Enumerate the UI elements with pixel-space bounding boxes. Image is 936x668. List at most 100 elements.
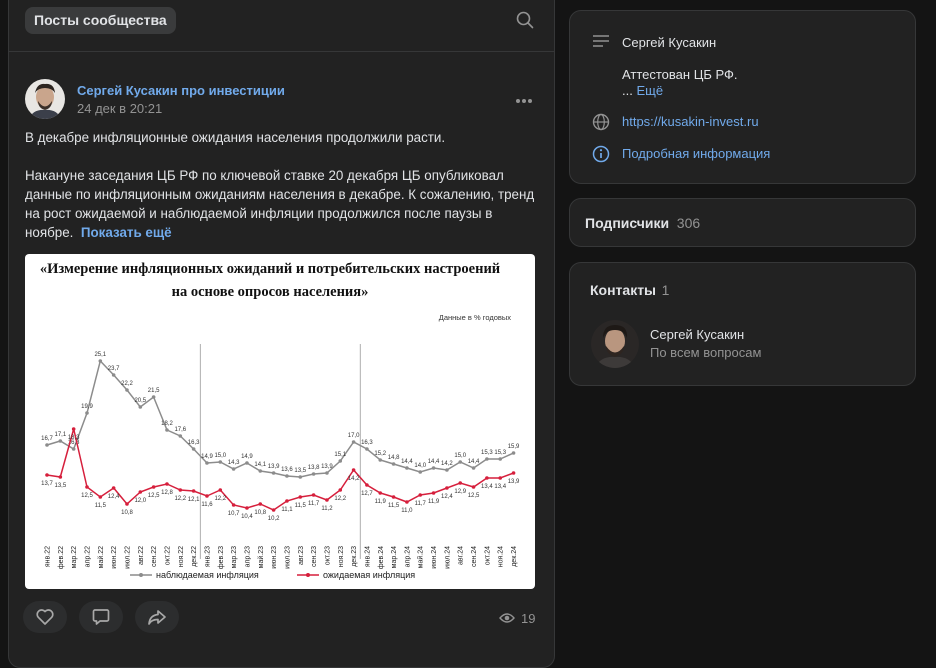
observed-inflation-label: 19,9	[81, 404, 93, 410]
observed-inflation-point	[298, 475, 303, 479]
expected-inflation-label: 11,5	[295, 503, 307, 509]
observed-inflation-label: 15,9	[508, 444, 520, 450]
x-tick-label: июл.24	[444, 546, 451, 569]
expected-inflation-label: 12,2	[174, 496, 186, 502]
x-tick-label: апр.24	[404, 546, 411, 567]
observed-inflation-point	[285, 474, 289, 478]
expected-inflation-label: 10,2	[268, 516, 280, 522]
observed-inflation-label: 23,7	[108, 366, 120, 372]
x-tick-label: июл.22	[124, 546, 131, 569]
details-link[interactable]: Подробная информация	[622, 146, 770, 161]
observed-inflation-point	[231, 467, 236, 471]
post-date[interactable]: 24 дек в 20:21	[77, 101, 162, 116]
x-tick-label: май.22	[97, 546, 105, 568]
expected-inflation-point	[405, 500, 409, 504]
observed-inflation-point	[191, 447, 196, 451]
website-link[interactable]: https://kusakin-invest.ru	[622, 114, 759, 129]
observed-inflation-point	[258, 469, 263, 473]
contact-avatar[interactable]	[591, 320, 639, 368]
observed-inflation-label: 13,8	[308, 465, 320, 471]
observed-inflation-point	[151, 395, 156, 399]
x-tick-label: июн.24	[431, 546, 438, 569]
observed-inflation-point	[471, 466, 476, 470]
like-button[interactable]	[23, 601, 67, 633]
observed-inflation-point	[511, 451, 516, 455]
expected-inflation-point	[391, 495, 396, 499]
post-author-link[interactable]: Сергей Кусакин про инвестиции	[77, 83, 285, 98]
observed-inflation-label: 14,4	[428, 459, 440, 465]
expected-inflation-point	[431, 491, 436, 495]
profile-description: Аттестован ЦБ РФ.	[622, 67, 738, 82]
legend-observed-label: наблюдаемая инфляция	[156, 570, 259, 580]
post-image-chart[interactable]: «Измерение инфляционных ожиданий и потре…	[25, 254, 535, 589]
observed-inflation-label: 14,0	[414, 463, 426, 469]
description-more-link[interactable]: Ещё	[636, 83, 663, 98]
x-tick-label: май.23	[257, 546, 265, 568]
observed-inflation-point	[218, 460, 223, 464]
observed-inflation-label: 16,3	[361, 440, 373, 446]
contacts-header[interactable]: Контакты 1	[590, 282, 669, 298]
observed-inflation-point	[365, 447, 369, 451]
expected-inflation-point	[378, 491, 383, 495]
expected-inflation-label: 11,2	[321, 506, 333, 512]
observed-inflation-label: 14,4	[468, 459, 480, 465]
expected-inflation-label: 13,4	[481, 484, 493, 490]
expected-inflation-point	[85, 485, 89, 489]
views-count: 19	[521, 611, 536, 626]
expected-inflation-point	[45, 473, 49, 477]
observed-inflation-label: 17,0	[348, 433, 360, 439]
observed-inflation-label: 21,5	[148, 388, 160, 394]
x-tick-label: июл.23	[284, 546, 291, 569]
share-button[interactable]	[135, 601, 179, 633]
expected-inflation-point	[471, 485, 476, 489]
observed-inflation-label: 15,0	[454, 453, 466, 459]
profile-name: Сергей Кусакин	[622, 35, 717, 50]
observed-inflation-point	[351, 440, 356, 444]
contact-name[interactable]: Сергей Кусакин	[650, 327, 744, 342]
observed-inflation-label: 13,5	[294, 468, 306, 474]
expected-inflation-label: 11,9	[428, 499, 440, 505]
contact-role: По всем вопросам	[650, 345, 762, 360]
observed-inflation-label: 17,6	[174, 427, 186, 433]
post-text-line: Накануне заседания ЦБ РФ по ключевой ста…	[25, 168, 504, 183]
subscribers-row: Подписчики 306	[585, 215, 700, 231]
observed-inflation-label: 25,1	[94, 352, 106, 358]
observed-inflation-label: 14,9	[201, 454, 213, 460]
observed-inflation-label: 14,9	[241, 454, 253, 460]
observed-inflation-label: 14,8	[388, 455, 400, 461]
comment-button[interactable]	[79, 601, 123, 633]
x-tick-label: сен.23	[311, 546, 318, 567]
posts-tab[interactable]: Посты сообщества	[25, 7, 176, 34]
observed-inflation-point	[71, 447, 76, 451]
subscribers-card[interactable]: Подписчики 306	[569, 198, 916, 247]
expected-inflation-point	[245, 506, 249, 510]
expected-inflation-label: 11,7	[415, 501, 427, 507]
more-options-icon[interactable]	[515, 98, 533, 104]
expected-inflation-point	[178, 488, 183, 492]
observed-inflation-label: 14,2	[441, 461, 453, 467]
contacts-label: Контакты	[590, 282, 657, 298]
expected-inflation-label: 10,8	[121, 510, 133, 516]
search-icon[interactable]	[516, 11, 534, 29]
x-tick-label: янв.22	[45, 546, 52, 567]
x-tick-label: сен.22	[151, 546, 158, 567]
observed-inflation-label: 14,4	[401, 459, 413, 465]
author-avatar[interactable]	[25, 79, 65, 119]
x-tick-label: фев.22	[58, 546, 65, 569]
expected-inflation-label: 12,4	[441, 494, 453, 500]
expected-inflation-point	[165, 482, 169, 486]
eye-icon	[499, 613, 515, 623]
expected-inflation-point	[58, 475, 63, 479]
x-tick-label: мар.23	[231, 546, 238, 568]
expected-inflation-label: 18,3	[68, 435, 80, 441]
show-more-link[interactable]: Показать ещё	[81, 225, 172, 240]
expected-inflation-label: 12,1	[188, 497, 200, 503]
share-icon	[148, 610, 166, 625]
expected-inflation-point	[325, 498, 329, 502]
inflation-chart: «Измерение инфляционных ожиданий и потре…	[40, 261, 520, 580]
observed-inflation-point	[111, 373, 116, 377]
x-tick-label: янв.23	[204, 546, 211, 567]
x-tick-label: ноя.23	[338, 546, 345, 567]
expected-inflation-point	[205, 494, 209, 498]
community-posts-card: Посты сообщества Сергей Кусакин про инве…	[8, 0, 555, 668]
